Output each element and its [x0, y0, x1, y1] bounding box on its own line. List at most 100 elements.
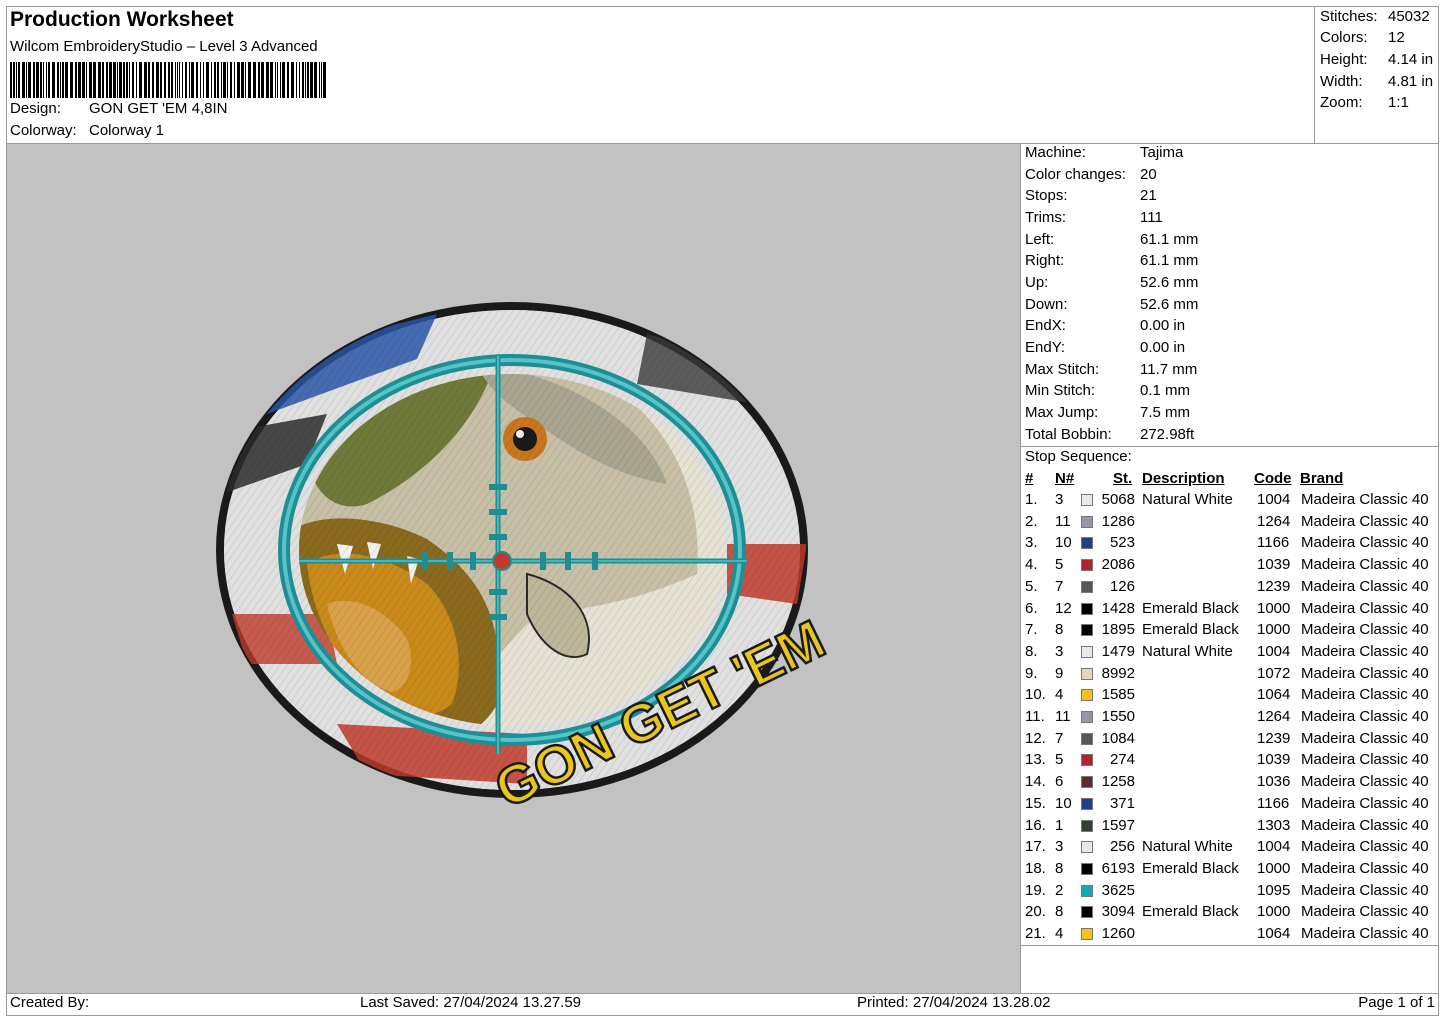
- col-header-brand: Brand: [1300, 470, 1344, 487]
- row-num: 16.: [1025, 816, 1046, 834]
- color-swatch: [1081, 906, 1093, 919]
- color-swatch: [1081, 711, 1093, 723]
- table-row: 8. 3 1479 Natural White 1004 Madeira Classic …: [1025, 643, 1437, 664]
- col-header-stitches: St.: [1113, 470, 1133, 487]
- barcode-icon: [10, 62, 326, 98]
- table-row: 14. 6 1258 1036 Madeira Classic 40: [1025, 773, 1437, 794]
- color-swatch: [1081, 689, 1093, 702]
- table-row: 13. 5 274 1039 Madeira Classic 40: [1025, 751, 1437, 772]
- row-stitches: 1479: [1101, 642, 1135, 660]
- row-stitches: 6193: [1101, 859, 1135, 877]
- colorway-row: Colorway: Colorway 1: [10, 122, 164, 139]
- info-color-changes: Color changes: 20: [1025, 166, 1157, 183]
- row-num: 7.: [1025, 621, 1038, 639]
- page-number: Page 1 of 1: [1358, 994, 1435, 1011]
- row-num: 6.: [1025, 599, 1038, 617]
- table-row: 3. 10 523 1166 Madeira Classic 40: [1025, 534, 1437, 555]
- row-needle: 11: [1055, 708, 1071, 725]
- design-stats: Stitches: 45032 Colors: 12 Height: 4.14 in …: [1314, 6, 1439, 143]
- row-needle: 3: [1055, 491, 1064, 508]
- row-description: Emerald Black: [1142, 859, 1239, 877]
- table-row: 19. 2 3625 1095 Madeira Classic 40: [1025, 882, 1437, 903]
- row-num: 20.: [1025, 903, 1046, 921]
- row-needle: 11: [1055, 512, 1071, 530]
- color-swatch: [1081, 645, 1093, 658]
- row-needle: 9: [1055, 664, 1064, 682]
- color-swatch: [1081, 776, 1093, 789]
- row-brand: Madeira Classic 40: [1301, 859, 1429, 877]
- row-code: 1064: [1257, 925, 1291, 942]
- row-needle: 12: [1055, 599, 1072, 617]
- colorway-label: Colorway:: [10, 122, 77, 139]
- info-down: Down: 52.6 mm: [1025, 296, 1199, 313]
- table-row: 16. 1 1597 1303 Madeira Classic 40: [1025, 817, 1437, 838]
- row-stitches: 1550: [1101, 708, 1135, 725]
- row-needle: 4: [1055, 925, 1064, 942]
- color-swatch: [1081, 732, 1093, 745]
- row-code: 1004: [1257, 838, 1291, 856]
- info-total-bobbin: Total Bobbin: 272.98ft: [1025, 426, 1195, 443]
- design-value: GON GET 'EM 4,8IN: [89, 100, 228, 117]
- row-stitches: 1286: [1101, 512, 1135, 530]
- row-stitches: 3625: [1101, 881, 1135, 899]
- row-num: 1.: [1025, 491, 1038, 508]
- info-stops: Stops: 21: [1025, 187, 1157, 204]
- table-row: 15. 10 371 1166 Madeira Classic 40: [1025, 795, 1437, 816]
- stat-zoom: Zoom: 1:1: [1320, 94, 1409, 111]
- table-row: 12. 7 1084 1239 Madeira Classic 40: [1025, 730, 1437, 751]
- row-code: 1000: [1257, 621, 1291, 639]
- row-stitches: 126: [1109, 577, 1135, 595]
- color-swatch: [1081, 624, 1093, 637]
- row-needle: 7: [1055, 577, 1064, 595]
- color-swatch: [1081, 862, 1093, 875]
- row-num: 4.: [1025, 556, 1038, 574]
- page-title: Production Worksheet: [10, 8, 234, 31]
- worksheet-header: Production Worksheet Wilcom EmbroiderySt…: [6, 6, 1314, 143]
- row-num: 15.: [1025, 794, 1046, 812]
- row-brand: Madeira Classic 40: [1301, 556, 1429, 574]
- row-code: 1039: [1257, 556, 1291, 574]
- row-code: 1166: [1257, 534, 1290, 552]
- row-needle: 3: [1055, 838, 1064, 856]
- color-swatch: [1081, 515, 1093, 528]
- row-description: Emerald Black: [1142, 599, 1239, 617]
- printed-date: Printed: 27/04/2024 13.28.02: [857, 994, 1051, 1011]
- stat-width: Width: 4.81 in: [1320, 73, 1434, 90]
- row-stitches: 8992: [1101, 664, 1135, 682]
- row-code: 1166: [1257, 794, 1290, 812]
- row-num: 10.: [1025, 686, 1046, 704]
- table-row: 5. 7 126 1239 Madeira Classic 40: [1025, 578, 1437, 599]
- row-needle: 8: [1055, 859, 1064, 877]
- row-needle: 7: [1055, 729, 1064, 747]
- row-stitches: 5068: [1101, 491, 1135, 508]
- info-max-stitch: Max Stitch: 11.7 mm: [1025, 361, 1198, 378]
- info-endy: EndY: 0.00 in: [1025, 339, 1186, 356]
- color-swatch: [1081, 884, 1093, 897]
- table-row: 11. 11 1550 1264 Madeira Classic 40: [1025, 708, 1437, 729]
- row-stitches: 523: [1109, 534, 1135, 552]
- row-code: 1004: [1257, 642, 1291, 660]
- last-saved: Last Saved: 27/04/2024 13.27.59: [360, 994, 582, 1011]
- row-brand: Madeira Classic 40: [1301, 642, 1429, 660]
- row-brand: Madeira Classic 40: [1301, 512, 1429, 530]
- row-code: 1303: [1257, 816, 1291, 834]
- row-stitches: 1084: [1101, 729, 1135, 747]
- table-row: 6. 12 1428 Emerald Black 1000 Madeira Classic…: [1025, 600, 1437, 621]
- worksheet-footer: Created By: Last Saved: 27/04/2024 13.27…: [6, 993, 1439, 1016]
- row-stitches: 274: [1109, 751, 1135, 769]
- row-num: 5.: [1025, 577, 1038, 595]
- row-brand: Madeira Classic 40: [1301, 708, 1429, 725]
- stat-stitches: Stitches: 45032: [1320, 8, 1430, 25]
- color-swatch: [1081, 819, 1093, 832]
- row-code: 1000: [1257, 903, 1291, 921]
- software-name: Wilcom EmbroideryStudio – Level 3 Advanc…: [10, 38, 318, 55]
- row-code: 1239: [1257, 729, 1291, 747]
- row-code: 1095: [1257, 881, 1291, 899]
- row-num: 13.: [1025, 751, 1046, 769]
- table-row: 4. 5 2086 1039 Madeira Classic 40: [1025, 556, 1437, 577]
- design-preview[interactable]: GON GET 'EM: [7, 144, 1020, 993]
- stop-sequence-label: Stop Sequence:: [1025, 448, 1132, 465]
- table-row: 21. 4 1260 1064 Madeira Classic 40: [1025, 925, 1437, 946]
- table-row: 10. 4 1585 1064 Madeira Classic 40: [1025, 686, 1437, 707]
- colorway-value: Colorway 1: [89, 122, 165, 139]
